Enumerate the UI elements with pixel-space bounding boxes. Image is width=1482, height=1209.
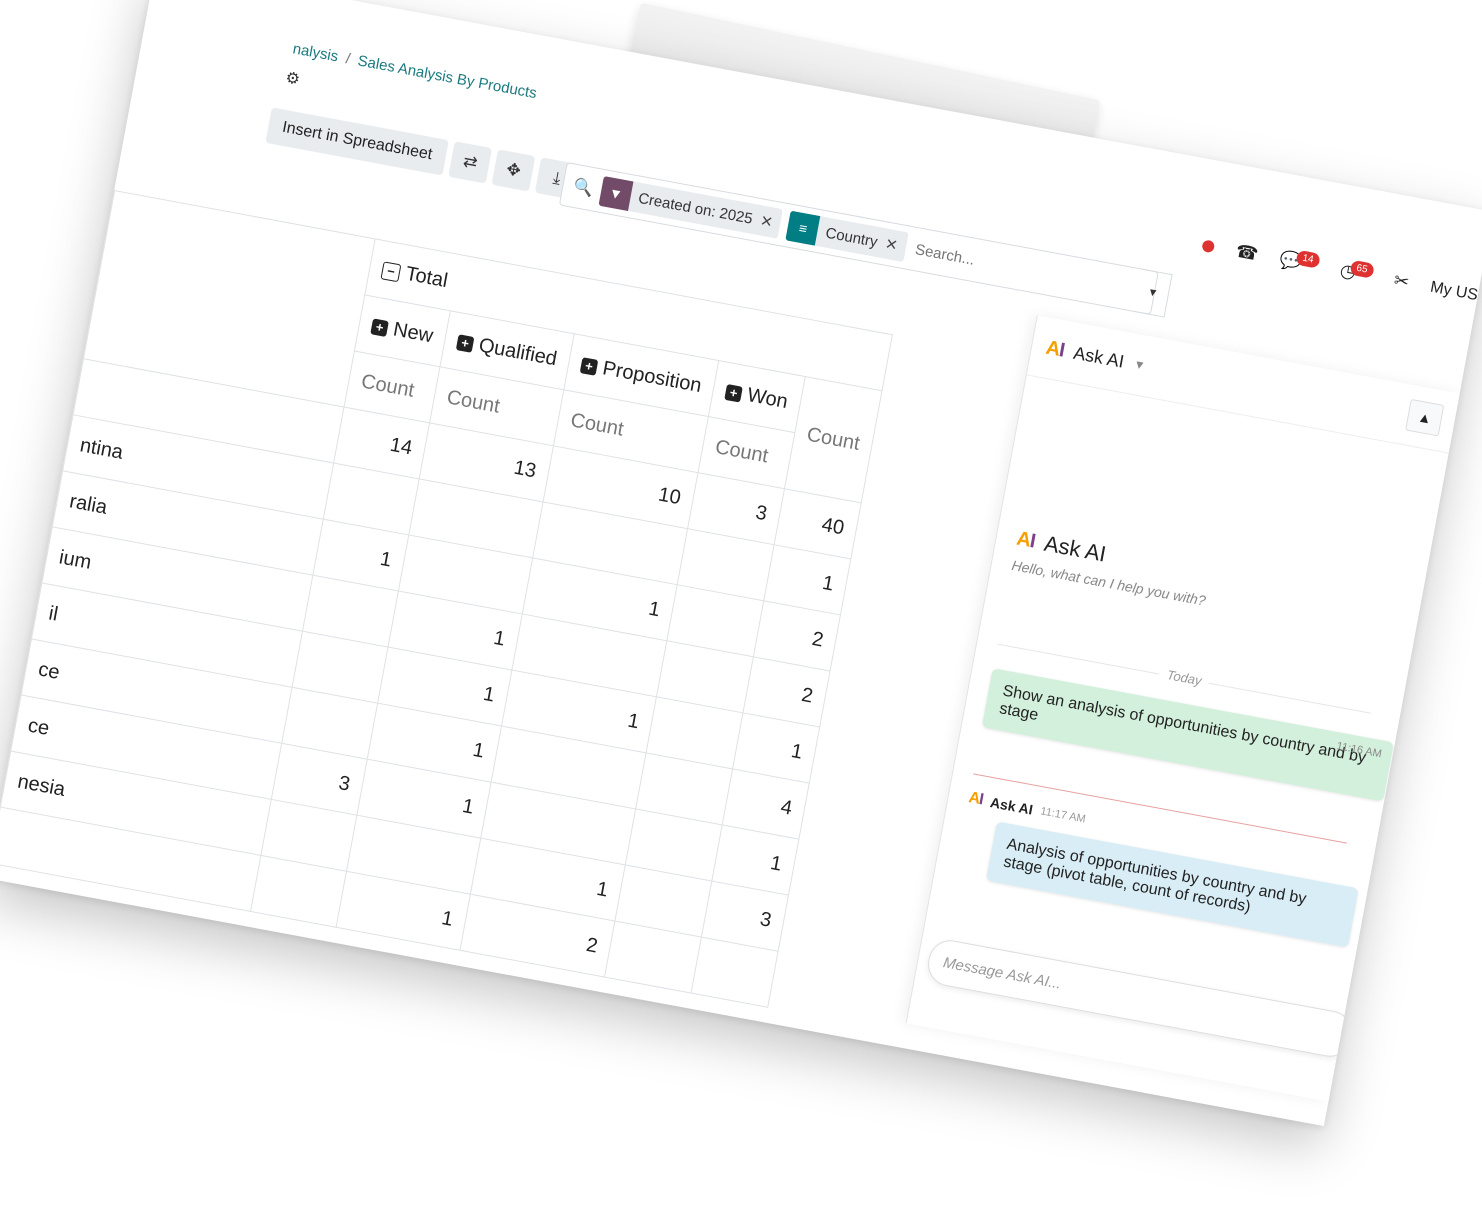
expand-icon: +: [455, 333, 475, 353]
flip-axis-icon[interactable]: ⇄: [448, 141, 493, 184]
messages-menu[interactable]: 💬14: [1278, 249, 1321, 277]
user-message-text: Show an analysis of opportunities by cou…: [997, 682, 1368, 767]
ai-logo-icon: AI: [1044, 336, 1066, 362]
bot-message-header: AI Ask AI 11:17 AM: [967, 789, 1087, 828]
search-input[interactable]: [911, 239, 1038, 281]
search-icon[interactable]: 🔍: [572, 176, 595, 199]
layers-icon: ≡: [785, 210, 821, 246]
action-toolbar: Insert in Spreadsheet ⇄ ✥ ⤓: [265, 107, 579, 200]
ai-logo-icon: AI: [1014, 527, 1037, 552]
company-switcher[interactable]: My US: [1429, 278, 1479, 304]
chat-header: AI Ask AI ▼ ▲: [1026, 315, 1461, 454]
breadcrumb-separator: /: [344, 50, 352, 68]
phone-icon[interactable]: ☎: [1234, 241, 1260, 266]
total-header-label: Total: [403, 262, 450, 293]
expand-all-icon[interactable]: ✥: [491, 149, 536, 192]
pivot-table: − Total + New + Qualified + Proposition + Won…: [0, 190, 893, 1008]
ask-ai-panel: AI Ask AI ▼ ▲ AI Ask AI Hello, what can …: [905, 315, 1461, 1102]
filter-facet: ▼ Created on: 2025 ✕: [598, 176, 784, 239]
insert-in-spreadsheet-button[interactable]: Insert in Spreadsheet: [265, 107, 449, 176]
bot-message: Analysis of opportunities by country and…: [985, 821, 1359, 948]
chevron-down-icon[interactable]: ▼: [1132, 357, 1146, 373]
status-dot-icon: [1201, 238, 1216, 253]
ai-logo-icon: AI: [967, 789, 985, 809]
expand-icon: +: [579, 356, 599, 376]
close-icon[interactable]: ✕: [884, 235, 908, 256]
chat-title[interactable]: Ask AI: [1072, 342, 1126, 372]
screenshot-paper: nalysis / Sales Analysis By Products ⚙ Ins…: [0, 0, 1482, 1127]
bot-name: Ask AI: [988, 794, 1035, 818]
col-header-label: Won: [745, 384, 790, 414]
expand-icon: +: [724, 383, 743, 403]
filter-icon: ▼: [598, 176, 634, 211]
welcome-title: Ask AI: [1042, 530, 1109, 567]
chat-welcome: AI Ask AI Hello, what can I help you wit…: [1010, 526, 1212, 609]
col-header-label: Proposition: [600, 357, 704, 398]
collapse-icon: −: [380, 261, 402, 283]
close-icon[interactable]: ✕: [759, 211, 783, 232]
filter-facet-label: Created on: 2025: [636, 189, 755, 228]
expand-icon: +: [370, 318, 389, 337]
col-header-label: Qualified: [477, 334, 559, 371]
groupby-facet-label: Country: [824, 224, 880, 251]
systray: ☎ 💬14 ◷65 ✂ My US: [1201, 234, 1480, 306]
chart-icon[interactable]: ▲: [1405, 398, 1445, 437]
groupby-facet: ≡ Country ✕: [785, 210, 909, 262]
message-time: 11:17 AM: [1039, 805, 1087, 826]
caret-down-icon: ▼: [1146, 286, 1160, 300]
breadcrumb-current[interactable]: Sales Analysis By Products: [356, 52, 538, 102]
breadcrumb-parent[interactable]: nalysis: [291, 40, 339, 65]
gear-icon[interactable]: ⚙: [284, 68, 302, 90]
activities-menu[interactable]: ◷65: [1338, 259, 1375, 287]
tools-icon[interactable]: ✂: [1392, 270, 1410, 293]
breadcrumb: nalysis / Sales Analysis By Products: [291, 40, 538, 102]
col-header-label: New: [391, 318, 435, 348]
day-label: Today: [1157, 665, 1211, 690]
search-dropdown-toggle[interactable]: ▼: [1134, 268, 1173, 318]
message-input[interactable]: Message Ask AI...: [924, 936, 1356, 1061]
